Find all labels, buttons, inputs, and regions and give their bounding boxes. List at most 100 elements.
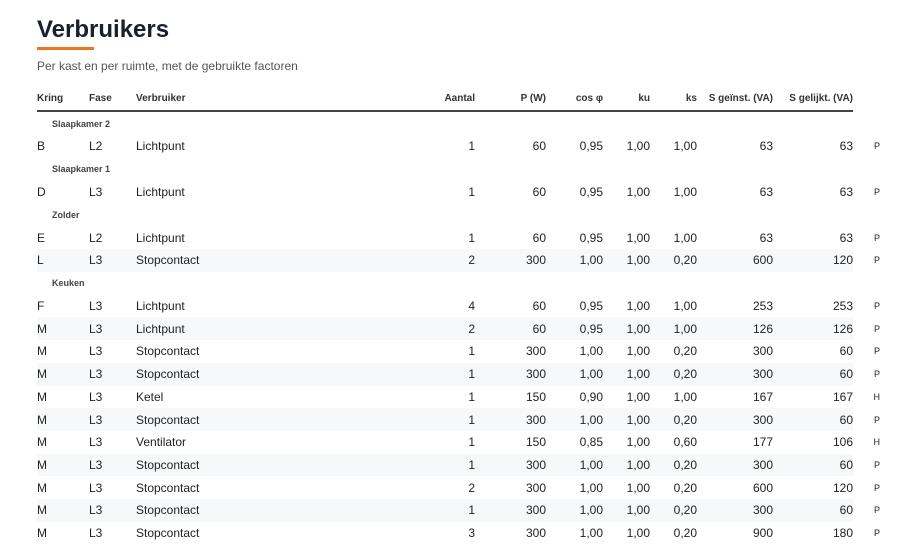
cell-cos-phi: 0,95 [579, 139, 603, 154]
header-aantal: Aantal [346, 86, 475, 112]
header-s-geinstalleerd: S geïnst. (VA) [697, 86, 773, 112]
cell-type-flag: P [873, 482, 880, 493]
cell-p: 150 [525, 435, 546, 450]
cell-verbruiker: Ketel [136, 389, 164, 404]
cell-cos-phi: 0,95 [546, 317, 603, 341]
cell-fase: L3 [89, 453, 136, 477]
cell-verbruiker: Lichtpunt [136, 299, 185, 314]
cell-fase: L3 [89, 435, 103, 450]
cell-aantal: 1 [346, 362, 475, 386]
cell-kring: D [37, 185, 46, 200]
cell-type-flag: P [873, 369, 880, 380]
cell-verbruiker: Ventilator [136, 435, 187, 450]
cell-aantal: 1 [468, 139, 475, 154]
cell-verbruiker: Lichtpunt [136, 317, 346, 341]
cell-p: 300 [475, 498, 546, 522]
cell-verbruiker: Stopcontact [136, 480, 200, 495]
cell-fase: L3 [89, 498, 136, 522]
header-ku: ku [603, 86, 650, 112]
cell-verbruiker: Stopcontact [136, 344, 200, 359]
cell-cos-phi: 0,95 [579, 230, 603, 245]
cell-s-geinstalleerd: 300 [697, 453, 773, 477]
cell-s-geinstalleerd: 300 [697, 408, 773, 431]
cell-aantal: 2 [468, 480, 475, 495]
cell-aantal: 1 [468, 389, 475, 404]
table-row: M L3 Ventilator 1 150 0,85 1,00 0,60 177 106 H [37, 431, 880, 454]
cell-ku: 1,00 [626, 480, 650, 495]
cell-ks: 0,20 [650, 408, 697, 431]
cell-fase: L2 [89, 139, 103, 154]
cell-fase: L3 [89, 362, 136, 386]
cell-s-gelijktijdig: 106 [832, 435, 853, 450]
cell-cos-phi: 1,00 [546, 453, 603, 477]
cell-cos-phi: 0,90 [579, 389, 603, 404]
cell-cos-phi: 1,00 [546, 249, 603, 272]
group-label: Keuken [52, 278, 85, 289]
cell-kring: F [37, 299, 45, 314]
cell-aantal: 4 [468, 299, 475, 314]
table-row: B L2 Lichtpunt 1 60 0,95 1,00 1,00 63 63 P [37, 135, 880, 158]
cell-type-flag: P [873, 141, 880, 152]
cell-ku: 1,00 [626, 230, 650, 245]
cell-verbruiker: Stopcontact [136, 498, 346, 522]
cell-p: 300 [475, 249, 546, 272]
header-verbruiker: Verbruiker [136, 86, 346, 112]
cell-s-geinstalleerd: 900 [752, 525, 773, 540]
cell-ku: 1,00 [626, 344, 650, 359]
cell-s-geinstalleerd: 63 [759, 185, 773, 200]
table-row: M L3 Stopcontact 2 300 1,00 1,00 0,20 600 120 P [37, 476, 880, 499]
cell-kring: M [37, 453, 89, 477]
cell-p: 60 [475, 317, 546, 341]
header-s-gelijktijdig: S gelijkt. (VA) [773, 86, 853, 112]
cell-ks: 0,20 [673, 480, 697, 495]
cell-p: 300 [475, 408, 546, 431]
cell-kring: M [37, 525, 47, 540]
header-fase: Fase [89, 86, 136, 112]
cell-kring: M [37, 408, 89, 431]
page-title: Verbruikers [37, 16, 170, 43]
cell-s-gelijktijdig: 120 [832, 480, 853, 495]
cell-cos-phi: 0,95 [579, 185, 603, 200]
cell-p: 300 [475, 453, 546, 477]
cell-verbruiker: Lichtpunt [136, 230, 185, 245]
cell-aantal: 1 [346, 498, 475, 522]
cell-kring: M [37, 435, 47, 450]
cell-ks: 1,00 [673, 389, 697, 404]
table-row: M L3 Stopcontact 1 300 1,00 1,00 0,20 300 60 P [37, 408, 880, 431]
cell-s-gelijktijdig: 60 [773, 408, 853, 431]
cell-ku: 1,00 [603, 408, 650, 431]
cell-fase: L3 [89, 344, 103, 359]
cell-type-flag: P [873, 323, 880, 334]
cell-aantal: 1 [346, 453, 475, 477]
table-row: M L3 Lichtpunt 2 60 0,95 1,00 1,00 126 126 P [37, 317, 880, 341]
cell-p: 300 [525, 525, 546, 540]
table-row: E L2 Lichtpunt 1 60 0,95 1,00 1,00 63 63 P [37, 226, 880, 249]
cell-ku: 1,00 [603, 362, 650, 386]
cell-ks: 0,20 [650, 453, 697, 477]
cell-ku: 1,00 [626, 435, 650, 450]
table-row: L L3 Stopcontact 2 300 1,00 1,00 0,20 600 120 P [37, 249, 880, 272]
table-header: Kring Fase Verbruiker Aantal P (W) cos φ… [37, 86, 880, 112]
cell-verbruiker: Stopcontact [136, 525, 200, 540]
cell-cos-phi: 1,00 [546, 408, 603, 431]
consumers-table: Kring Fase Verbruiker Aantal P (W) cos φ… [37, 86, 880, 544]
cell-type-flag: P [873, 301, 880, 312]
header-p: P (W) [475, 86, 546, 112]
cell-s-gelijktijdig: 63 [839, 230, 853, 245]
cell-cos-phi: 0,95 [579, 299, 603, 314]
cell-aantal: 3 [468, 525, 475, 540]
cell-p: 60 [532, 299, 546, 314]
cell-s-geinstalleerd: 300 [697, 362, 773, 386]
cell-type-flag: H [873, 437, 881, 448]
cell-cos-phi: 1,00 [579, 480, 603, 495]
cell-ku: 1,00 [626, 389, 650, 404]
cell-aantal: 2 [346, 249, 475, 272]
cell-p: 150 [525, 389, 546, 404]
table-row: M L3 Stopcontact 3 300 1,00 1,00 0,20 900 180 P [37, 522, 880, 545]
cell-verbruiker: Stopcontact [136, 362, 346, 386]
cell-kring: M [37, 480, 47, 495]
cell-type-flag: P [873, 255, 880, 266]
cell-verbruiker: Stopcontact [136, 408, 346, 431]
cell-fase: L3 [89, 249, 136, 272]
table-row: M L3 Ketel 1 150 0,90 1,00 1,00 167 167 H [37, 386, 880, 409]
